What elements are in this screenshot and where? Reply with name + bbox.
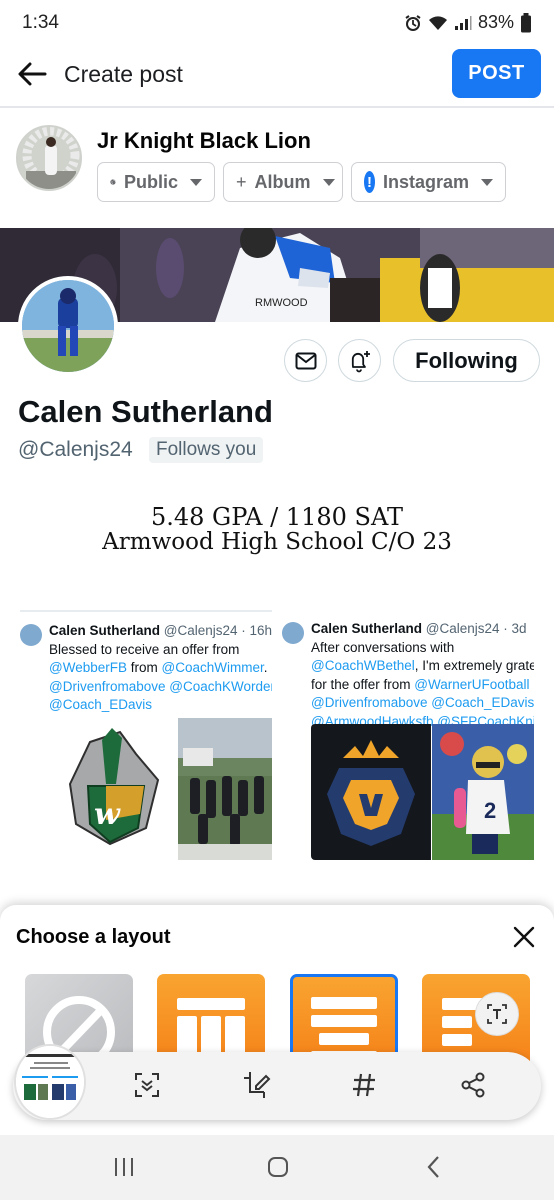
text-extract-icon (487, 1004, 507, 1024)
alarm-icon (405, 14, 421, 31)
instagram-label: Instagram (382, 171, 469, 192)
team-photo-image (178, 718, 272, 860)
mail-icon (295, 352, 316, 369)
tweet-mention[interactable]: @WarnerUFootball (414, 677, 529, 692)
extract-text-button[interactable] (475, 992, 519, 1036)
close-sheet-button[interactable] (509, 922, 539, 952)
scroll-capture-button[interactable] (130, 1068, 164, 1102)
following-button[interactable]: Following (393, 339, 540, 382)
svg-text:RMWOOD: RMWOOD (255, 297, 308, 309)
chevron-down-icon (322, 178, 335, 186)
tweet-mention[interactable]: @CoachWimmer (162, 660, 264, 675)
screenshot-thumbnail[interactable] (14, 1044, 86, 1120)
back-button[interactable] (14, 56, 50, 92)
tweet-line: After conversations with (311, 639, 455, 655)
tweet-author: Calen Sutherland (49, 623, 161, 638)
tweet-line: for the offer from (311, 676, 415, 692)
crop-edit-button[interactable] (240, 1068, 274, 1102)
tweet-mention[interactable]: @Drivenfromabove @Coach_EDavis (311, 694, 534, 713)
post-button[interactable]: POST (452, 49, 541, 98)
home-button[interactable] (258, 1150, 298, 1184)
author-name: Jr Knight Black Lion (97, 128, 311, 153)
arrow-left-icon (18, 62, 47, 86)
tweet-mention[interactable]: @CoachWBethel (311, 658, 415, 673)
tweet-meta: @Calenjs24 · 3d (425, 621, 527, 636)
profile-handle: @Calenjs24 (18, 438, 133, 461)
bell-plus-icon (351, 350, 370, 372)
tweet-mention[interactable]: @Drivenfromabove @CoachKWorden (49, 678, 272, 697)
message-button[interactable] (284, 339, 327, 382)
scroll-capture-icon (135, 1073, 159, 1097)
svg-text:w: w (94, 797, 121, 832)
tweet-line: Blessed to receive an offer from (49, 641, 240, 657)
tweet-line: . (263, 660, 268, 675)
recent-apps-button[interactable] (104, 1150, 144, 1184)
plus-icon: + (236, 171, 247, 192)
tweet-text: Calen Sutherland @Calenjs24 · 16h Blesse… (49, 622, 272, 715)
tweet-line: , I'm extremely grateful (414, 658, 534, 673)
share-icon (461, 1072, 485, 1098)
hashtag-button[interactable] (347, 1068, 381, 1102)
alert-icon: ! (364, 171, 375, 193)
back-nav-button[interactable] (414, 1150, 454, 1184)
bio-line-1: 5.48 GPA / 1180 SAT (150, 503, 404, 531)
lion-logo-image (311, 724, 431, 860)
crop-edit-icon (244, 1072, 271, 1098)
profile-avatar[interactable] (18, 276, 118, 376)
audience-label: Public (123, 171, 178, 192)
svg-text:2: 2 (484, 798, 496, 823)
close-icon (513, 926, 535, 948)
recent-apps-icon (115, 1158, 133, 1176)
status-icons: 83% (404, 12, 532, 33)
share-button[interactable] (456, 1068, 490, 1102)
tweet-author: Calen Sutherland (311, 621, 423, 636)
album-selector[interactable]: + Album (223, 162, 343, 202)
pinned-tweet[interactable]: Calen Sutherland @Calenjs24 · 16h Blesse… (20, 610, 272, 862)
player-photo-image: 2 (432, 724, 534, 860)
home-icon (268, 1157, 288, 1177)
tweet-mention[interactable]: @Coach_EDavis (49, 696, 272, 715)
wifi-icon (428, 15, 447, 30)
status-time: 1:34 (22, 12, 59, 33)
battery-icon (521, 12, 531, 32)
tweet-line: from (126, 660, 162, 675)
layout-sheet-title: Choose a layout (16, 926, 171, 948)
hashtag-icon (353, 1073, 375, 1097)
bio-line-2: Armwood High School C/O 23 (102, 529, 452, 555)
profile-name: Calen Sutherland (18, 394, 273, 429)
chevron-left-icon (427, 1156, 439, 1178)
tweet-mention[interactable]: @WebberFB (49, 660, 127, 675)
pinned-tweet[interactable]: Calen Sutherland @Calenjs24 · 3d After c… (282, 610, 534, 862)
chevron-down-icon (190, 178, 202, 186)
notify-button[interactable] (338, 339, 381, 382)
header-divider (0, 106, 554, 108)
audience-selector[interactable]: Public (97, 162, 215, 202)
tweet-avatar (20, 624, 42, 646)
tweet-avatar (282, 622, 304, 644)
globe-icon (110, 179, 116, 185)
instagram-share-selector[interactable]: ! Instagram (351, 162, 506, 202)
tweet-meta: @Calenjs24 · 16h (163, 623, 272, 638)
battery-percent: 83% (477, 12, 514, 32)
follows-you-badge: Follows you (149, 437, 264, 463)
tweet-text: Calen Sutherland @Calenjs24 · 3d After c… (311, 620, 534, 731)
album-label: Album (254, 171, 311, 192)
author-avatar[interactable] (16, 125, 82, 191)
signal-icon (454, 15, 472, 30)
page-title: Create post (64, 61, 183, 87)
chevron-down-icon (481, 178, 493, 186)
webber-logo-image: w (50, 724, 176, 852)
